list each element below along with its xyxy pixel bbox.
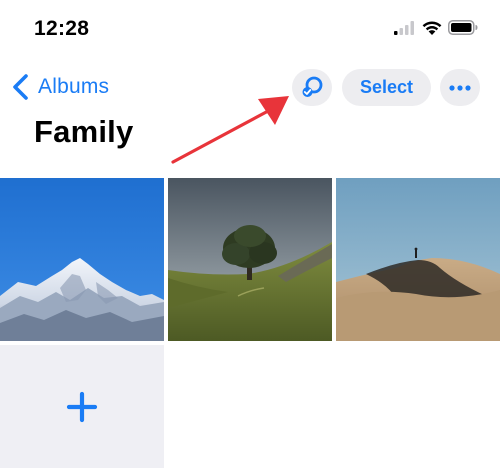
photo-thumbnail-tree[interactable] [168,178,332,341]
page-title: Family [34,114,134,149]
tree-photo [168,178,332,341]
cellular-signal-icon [394,21,414,35]
wifi-icon [422,21,442,35]
plus-icon [66,391,98,422]
back-button[interactable]: Albums [10,70,109,104]
photo-thumbnail-dunes[interactable] [336,178,500,341]
ellipsis-icon [449,84,471,91]
dunes-photo [336,178,500,341]
shared-album-button[interactable] [292,69,332,106]
add-photos-button[interactable] [0,345,164,468]
shared-with-you-icon [302,76,323,97]
mountain-photo [0,178,164,341]
more-options-button[interactable] [440,69,480,106]
status-bar: 12:28 [0,0,500,56]
chevron-left-icon [13,74,28,100]
back-button-label: Albums [38,75,110,98]
photo-thumbnail-mountain[interactable] [0,178,164,341]
status-time: 12:28 [34,17,90,40]
battery-icon [448,20,478,35]
select-button[interactable]: Select [342,69,431,106]
